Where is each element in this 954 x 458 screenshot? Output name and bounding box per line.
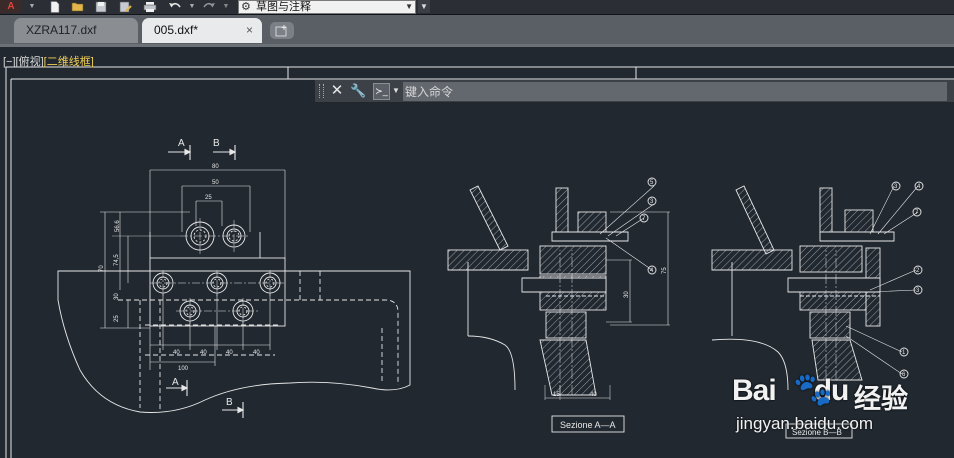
dim-label: 40 bbox=[590, 392, 597, 398]
baidu-jingyan-watermark: Bai du 🐾 经验 jingyan.baidu.com bbox=[732, 370, 952, 458]
jingyan-brand: 经验 bbox=[854, 384, 908, 414]
gear-icon: ⚙ bbox=[241, 1, 251, 13]
dim-label: 56.6 bbox=[115, 220, 121, 232]
command-prompt-icon[interactable]: ≻_ bbox=[373, 83, 390, 100]
file-tab-bar: XZRA117.dxf 005.dxf* × bbox=[0, 15, 954, 47]
autocad-app-menu-icon[interactable]: A bbox=[0, 0, 22, 13]
dim-label: 40 bbox=[200, 350, 207, 356]
customize-toolbar-button[interactable]: ▼ bbox=[418, 0, 430, 13]
dim-label: 74,5 bbox=[114, 254, 120, 266]
saveas-icon[interactable] bbox=[117, 0, 133, 13]
redo-arrow-icon[interactable]: ▼ bbox=[218, 0, 234, 13]
open-icon[interactable] bbox=[70, 0, 86, 13]
dim-label: 80 bbox=[212, 164, 219, 170]
drag-handle[interactable] bbox=[319, 84, 324, 98]
dim-label: 15 bbox=[553, 392, 560, 398]
add-icon bbox=[275, 24, 287, 36]
print-icon[interactable] bbox=[142, 0, 158, 13]
dim-label: 40 bbox=[173, 350, 180, 356]
dim-label: 50 bbox=[212, 180, 219, 186]
paw-icon: 🐾 bbox=[793, 371, 833, 407]
section-caption: Sezione A—A bbox=[560, 420, 616, 430]
command-line: ✕ 🔧 ≻_ ▼ bbox=[315, 80, 954, 103]
section-a-tag-bottom: A bbox=[172, 377, 179, 388]
chevron-down-icon: ▼ bbox=[405, 2, 413, 11]
viewport-menu[interactable]: [−] bbox=[3, 56, 16, 68]
wrench-icon[interactable]: 🔧 bbox=[350, 80, 366, 102]
viewport-controls[interactable]: [−][俯视][二维线框] bbox=[3, 53, 94, 69]
app-menu-arrow-icon[interactable]: ▼ bbox=[24, 0, 40, 13]
section-a-tag: A bbox=[178, 138, 185, 149]
dim-label: 40 bbox=[226, 350, 233, 356]
view-cube-label[interactable]: [俯视] bbox=[16, 56, 44, 68]
tab-label: XZRA117.dxf bbox=[26, 23, 97, 37]
dim-label: 40 bbox=[253, 350, 260, 356]
tab-xzra117[interactable]: XZRA117.dxf bbox=[14, 18, 138, 43]
tab-label: 005.dxf* bbox=[154, 23, 199, 37]
workspace-label: 草图与注释 bbox=[256, 1, 311, 13]
dim-label: 70 bbox=[99, 265, 105, 272]
dim-label: 25 bbox=[114, 315, 120, 322]
dim-label: 100 bbox=[178, 366, 189, 372]
dim-label: 30 bbox=[624, 291, 630, 298]
command-input[interactable] bbox=[403, 82, 947, 101]
undo-icon[interactable] bbox=[167, 0, 183, 13]
new-tab-button[interactable] bbox=[270, 22, 294, 39]
chevron-down-icon[interactable]: ▼ bbox=[392, 80, 400, 102]
section-b-tag-bottom: B bbox=[226, 397, 233, 408]
watermark-url: jingyan.baidu.com bbox=[736, 414, 874, 433]
save-icon[interactable] bbox=[93, 0, 109, 13]
section-b-tag: B bbox=[213, 138, 220, 149]
quick-access-toolbar: A ▼ ▼ ▼ bbox=[0, 0, 954, 15]
dim-label: 75 bbox=[662, 267, 668, 274]
tab-005[interactable]: 005.dxf* × bbox=[142, 18, 262, 43]
close-icon[interactable]: × bbox=[246, 18, 253, 43]
dim-label: 25 bbox=[205, 195, 212, 201]
close-icon[interactable]: ✕ bbox=[329, 80, 345, 102]
workspace-selector[interactable]: ⚙ 草图与注释 ▼ bbox=[238, 0, 416, 14]
visual-style-label[interactable]: [二维线框] bbox=[44, 56, 94, 68]
new-icon[interactable] bbox=[47, 0, 63, 13]
undo-arrow-icon[interactable]: ▼ bbox=[184, 0, 200, 13]
redo-icon[interactable] bbox=[201, 0, 217, 13]
dim-label: 30 bbox=[114, 293, 120, 300]
